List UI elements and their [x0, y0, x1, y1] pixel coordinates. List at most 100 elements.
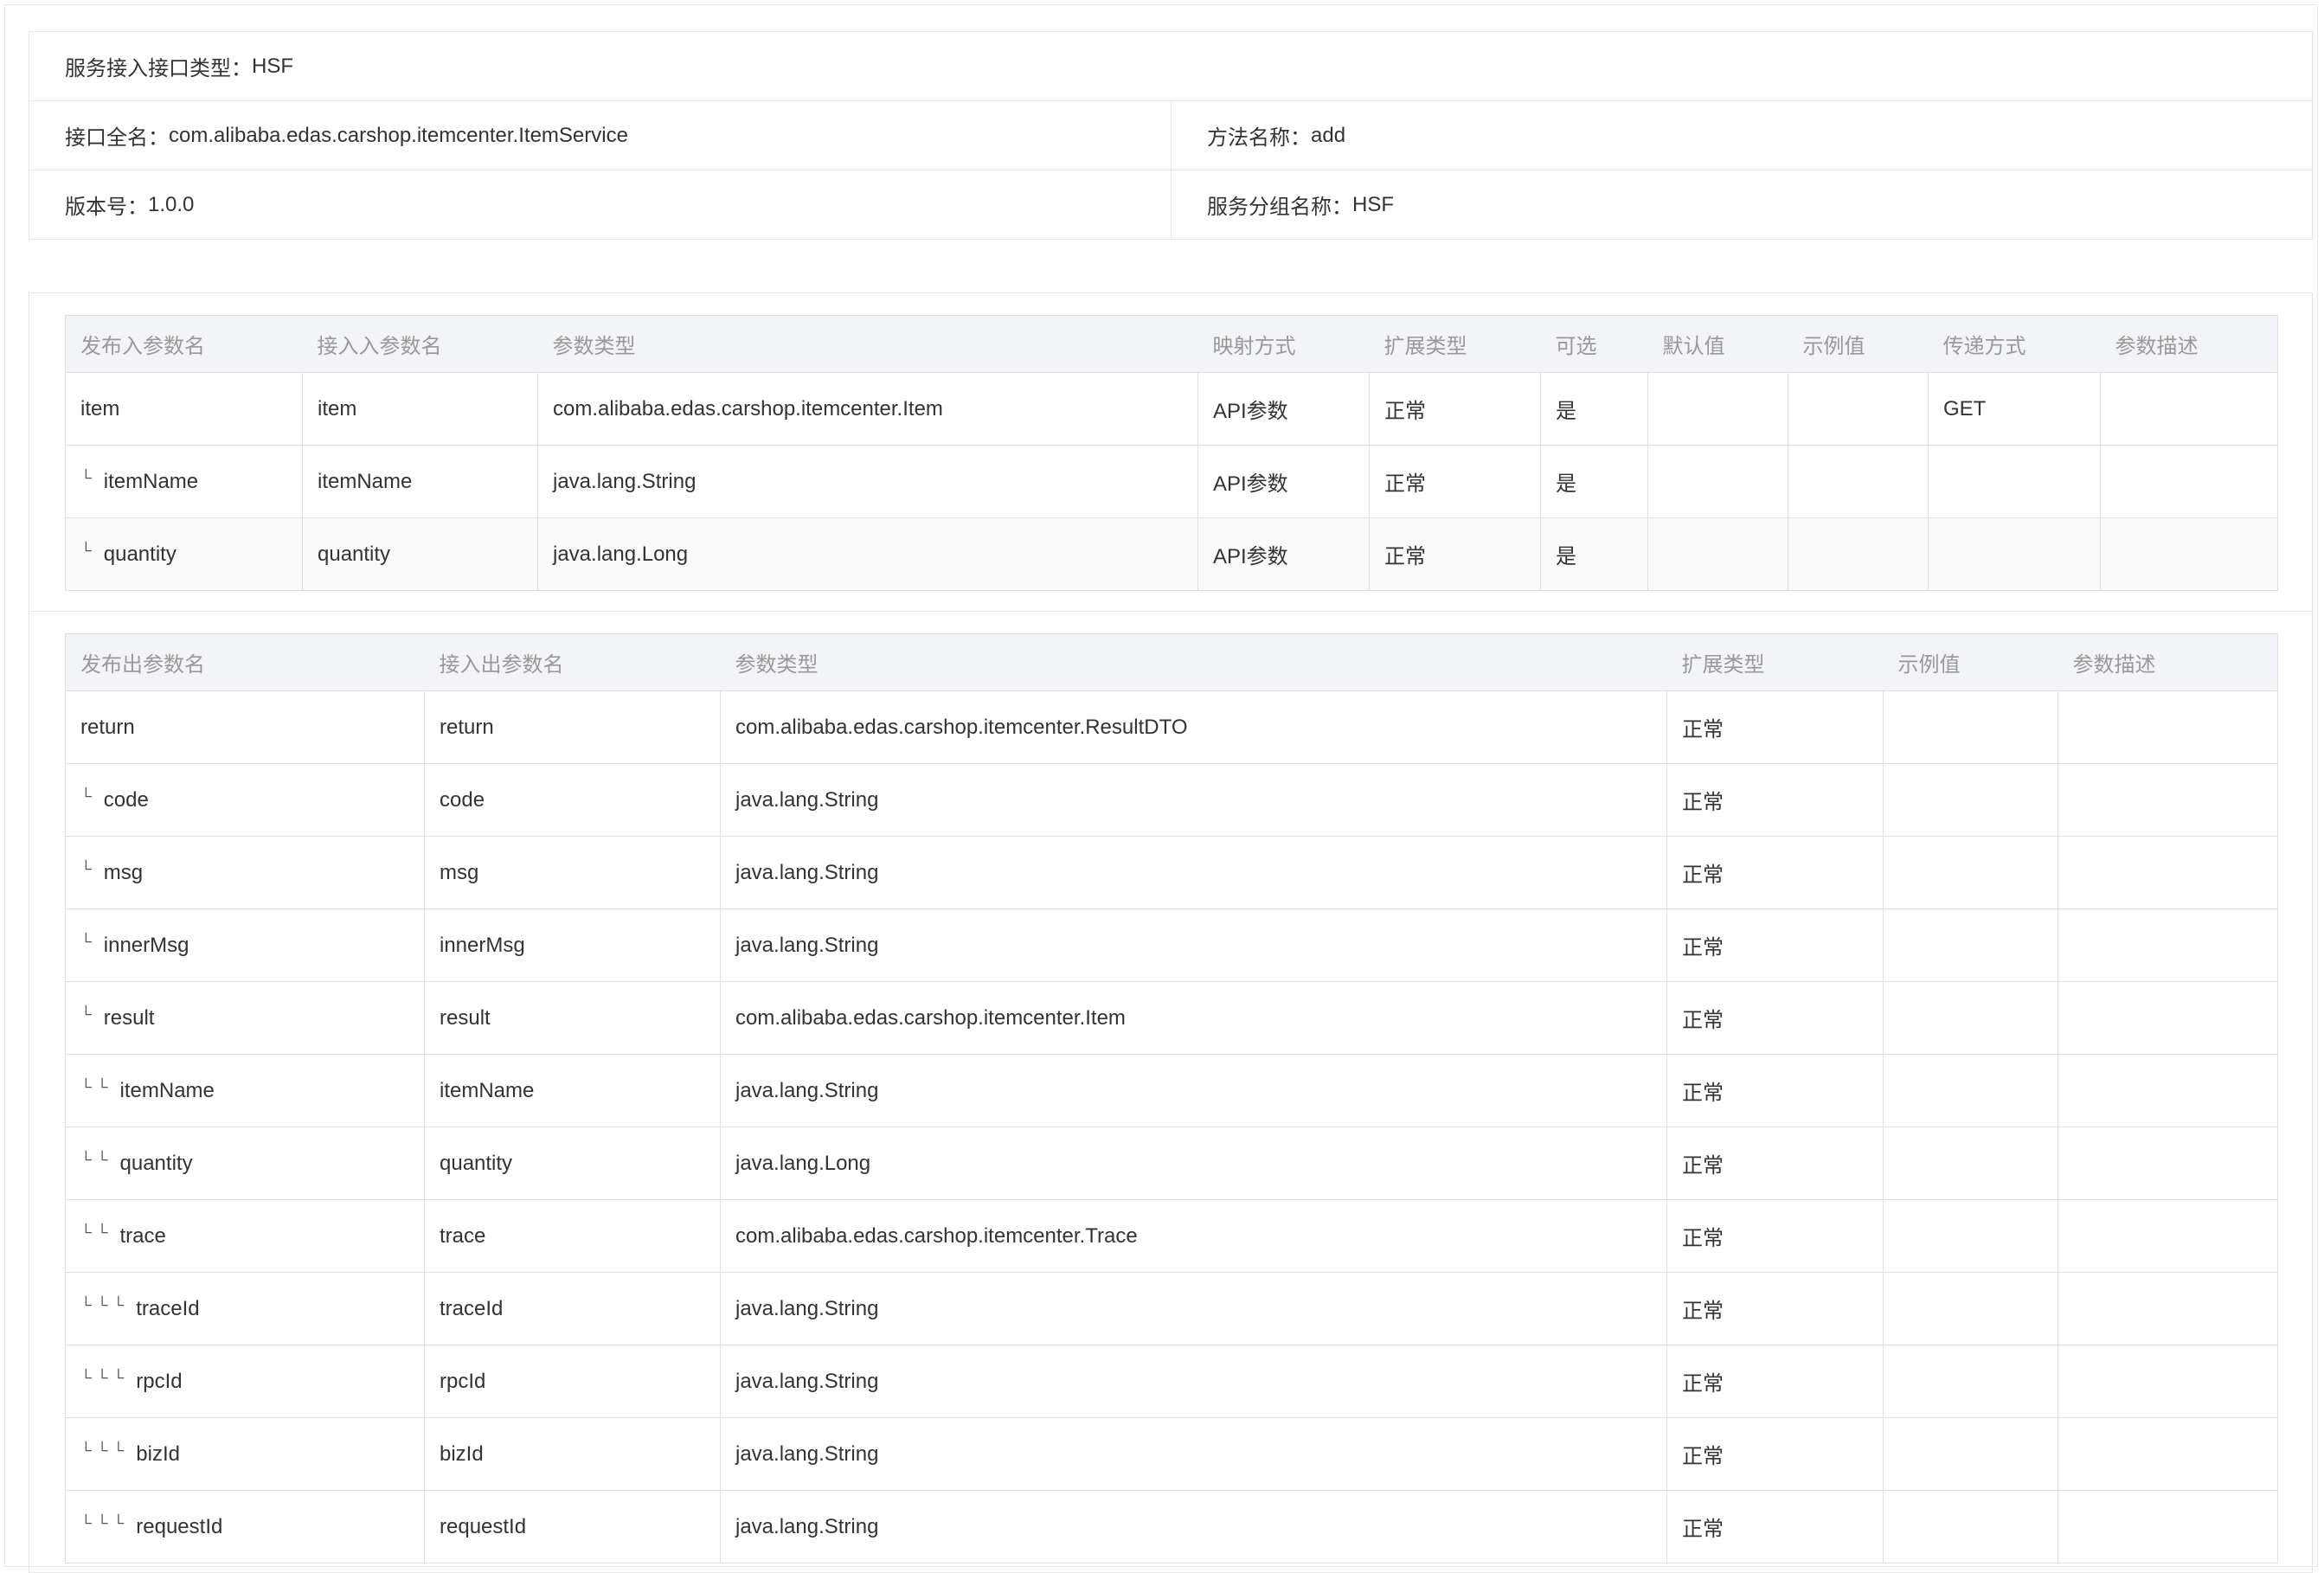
col-header: 发布出参数名 [65, 633, 425, 691]
table-cell-ext-type: 正常 [1666, 1127, 1884, 1200]
table-cell-access-name: requestId [424, 1490, 721, 1563]
table-cell-example [1883, 836, 2058, 909]
table-cell-access-name: quantity [302, 517, 538, 591]
table-cell-publish-name: └ innerMsg [65, 908, 425, 982]
table-cell-type: java.lang.String [720, 763, 1667, 837]
table-cell-publish-name: └ code [65, 763, 425, 837]
table-cell-access-name: bizId [424, 1417, 721, 1491]
table-cell-ext-type: 正常 [1666, 981, 1884, 1055]
tree-indent-icon: └ [80, 469, 97, 486]
group-name-field: 服务分组名称： HSF [1171, 170, 2312, 239]
table-cell-access-name: quantity [424, 1127, 721, 1200]
table-cell-ext-type: 正常 [1369, 445, 1541, 518]
version-label: 版本号： [65, 196, 148, 219]
table-cell-ext-type: 正常 [1666, 1490, 1884, 1563]
col-header: 参数类型 [720, 633, 1667, 691]
param-name: requestId [136, 1515, 223, 1538]
info-row-interface: 接口全名： com.alibaba.edas.carshop.itemcenter… [29, 101, 2312, 170]
table-cell-example [1883, 1490, 2058, 1563]
table-cell-type: com.alibaba.edas.carshop.itemcenter.Trac… [720, 1199, 1667, 1273]
tree-indent-icon: └ [80, 787, 97, 805]
tree-indent-icon: └ [80, 1005, 97, 1023]
table-cell-ext-type: 正常 [1666, 1272, 1884, 1345]
table-cell-publish-name: item [65, 372, 303, 446]
table-cell-access-name: msg [424, 836, 721, 909]
table-row: └└ trace trace com.alibaba.edas.carshop.ite… [65, 1199, 2278, 1273]
col-header: 接入入参数名 [302, 315, 538, 373]
service-info-table: 服务接入接口类型： HSF 接口全名： com.alibaba.edas.carsh… [29, 31, 2313, 240]
table-cell-publish-name: └└└ traceId [65, 1272, 425, 1345]
table-cell-publish-name: └└ itemName [65, 1054, 425, 1127]
table-row: return return com.alibaba.edas.carshop.ite… [65, 690, 2278, 764]
table-cell-publish-name: └└└ bizId [65, 1417, 425, 1491]
table-cell-mapping: API参数 [1197, 372, 1370, 446]
col-header: 可选 [1540, 315, 1648, 373]
table-cell-example [1883, 1345, 2058, 1418]
table-cell-example [1883, 763, 2058, 837]
col-header: 扩展类型 [1666, 633, 1884, 691]
table-cell-ext-type: 正常 [1666, 836, 1884, 909]
table-cell-ext-type: 正常 [1369, 517, 1541, 591]
table-cell-access-name: return [424, 690, 721, 764]
col-header: 参数类型 [537, 315, 1198, 373]
table-row: └ msg msg java.lang.String 正常 [65, 836, 2278, 909]
table-row: └└└ traceId traceId java.lang.String 正常 [65, 1272, 2278, 1345]
table-cell-transfer [1928, 517, 2101, 591]
table-cell-transfer [1928, 445, 2101, 518]
table-cell-ext-type: 正常 [1666, 1417, 1884, 1491]
table-cell-desc [2100, 372, 2278, 446]
table-cell-type: java.lang.String [720, 908, 1667, 982]
table-cell-desc [2058, 1272, 2278, 1345]
table-cell-example [1883, 1127, 2058, 1200]
table-cell-desc [2058, 690, 2278, 764]
table-cell-ext-type: 正常 [1666, 763, 1884, 837]
col-header: 参数描述 [2100, 315, 2278, 373]
table-cell-example [1788, 517, 1929, 591]
table-cell-ext-type: 正常 [1666, 1345, 1884, 1418]
interface-name-label: 接口全名： [65, 126, 169, 150]
table-cell-type: com.alibaba.edas.carshop.itemcenter.Resu… [720, 690, 1667, 764]
info-row-type: 服务接入接口类型： HSF [29, 32, 2312, 101]
interface-type-value: HSF [252, 54, 293, 78]
method-name-field: 方法名称： add [1171, 101, 2312, 170]
interface-name-value: com.alibaba.edas.carshop.itemcenter.Item… [169, 123, 628, 147]
col-header: 发布入参数名 [65, 315, 303, 373]
table-cell-example [1883, 981, 2058, 1055]
table-cell-desc [2058, 1199, 2278, 1273]
col-header: 示例值 [1883, 633, 2058, 691]
input-params-table: 发布入参数名 接入入参数名 参数类型 映射方式 扩展类型 可选 默认值 示例值 … [65, 315, 2278, 591]
table-cell-access-name: trace [424, 1199, 721, 1273]
table-cell-type: com.alibaba.edas.carshop.itemcenter.Item [537, 372, 1198, 446]
table-cell-desc [2058, 1127, 2278, 1200]
table-cell-transfer: GET [1928, 372, 2101, 446]
table-row: └└└ rpcId rpcId java.lang.String 正常 [65, 1345, 2278, 1418]
table-cell-example [1788, 445, 1929, 518]
table-cell-desc [2058, 1417, 2278, 1491]
param-name: rpcId [136, 1370, 183, 1393]
tree-indent-icon: └└└ [80, 1514, 130, 1531]
tree-indent-icon: └ [80, 860, 97, 877]
table-cell-publish-name: └└└ rpcId [65, 1345, 425, 1418]
table-cell-mapping: API参数 [1197, 445, 1370, 518]
table-cell-desc [2058, 836, 2278, 909]
table-cell-access-name: itemName [424, 1054, 721, 1127]
table-row: └└└ bizId bizId java.lang.String 正常 [65, 1417, 2278, 1491]
param-name: quantity [103, 543, 177, 566]
col-header: 映射方式 [1197, 315, 1370, 373]
output-params-table: 发布出参数名 接入出参数名 参数类型 扩展类型 示例值 参数描述 return r… [65, 633, 2278, 1563]
param-name: trace [119, 1224, 166, 1248]
table-cell-type: com.alibaba.edas.carshop.itemcenter.Item [720, 981, 1667, 1055]
table-row: item item com.alibaba.edas.carshop.itemcen… [65, 372, 2278, 446]
table-cell-desc [2058, 763, 2278, 837]
table-cell-access-name: traceId [424, 1272, 721, 1345]
table-cell-type: java.lang.Long [720, 1127, 1667, 1200]
table-row: └└ quantity quantity java.lang.Long 正常 [65, 1127, 2278, 1200]
param-name: msg [103, 861, 144, 884]
tree-indent-icon: └└└ [80, 1369, 130, 1386]
group-name-label: 服务分组名称： [1207, 196, 1352, 219]
col-header: 示例值 [1788, 315, 1929, 373]
param-name: itemName [103, 470, 199, 493]
table-cell-publish-name: └ msg [65, 836, 425, 909]
table-cell-example [1883, 1417, 2058, 1491]
tree-indent-icon: └ [80, 933, 97, 950]
